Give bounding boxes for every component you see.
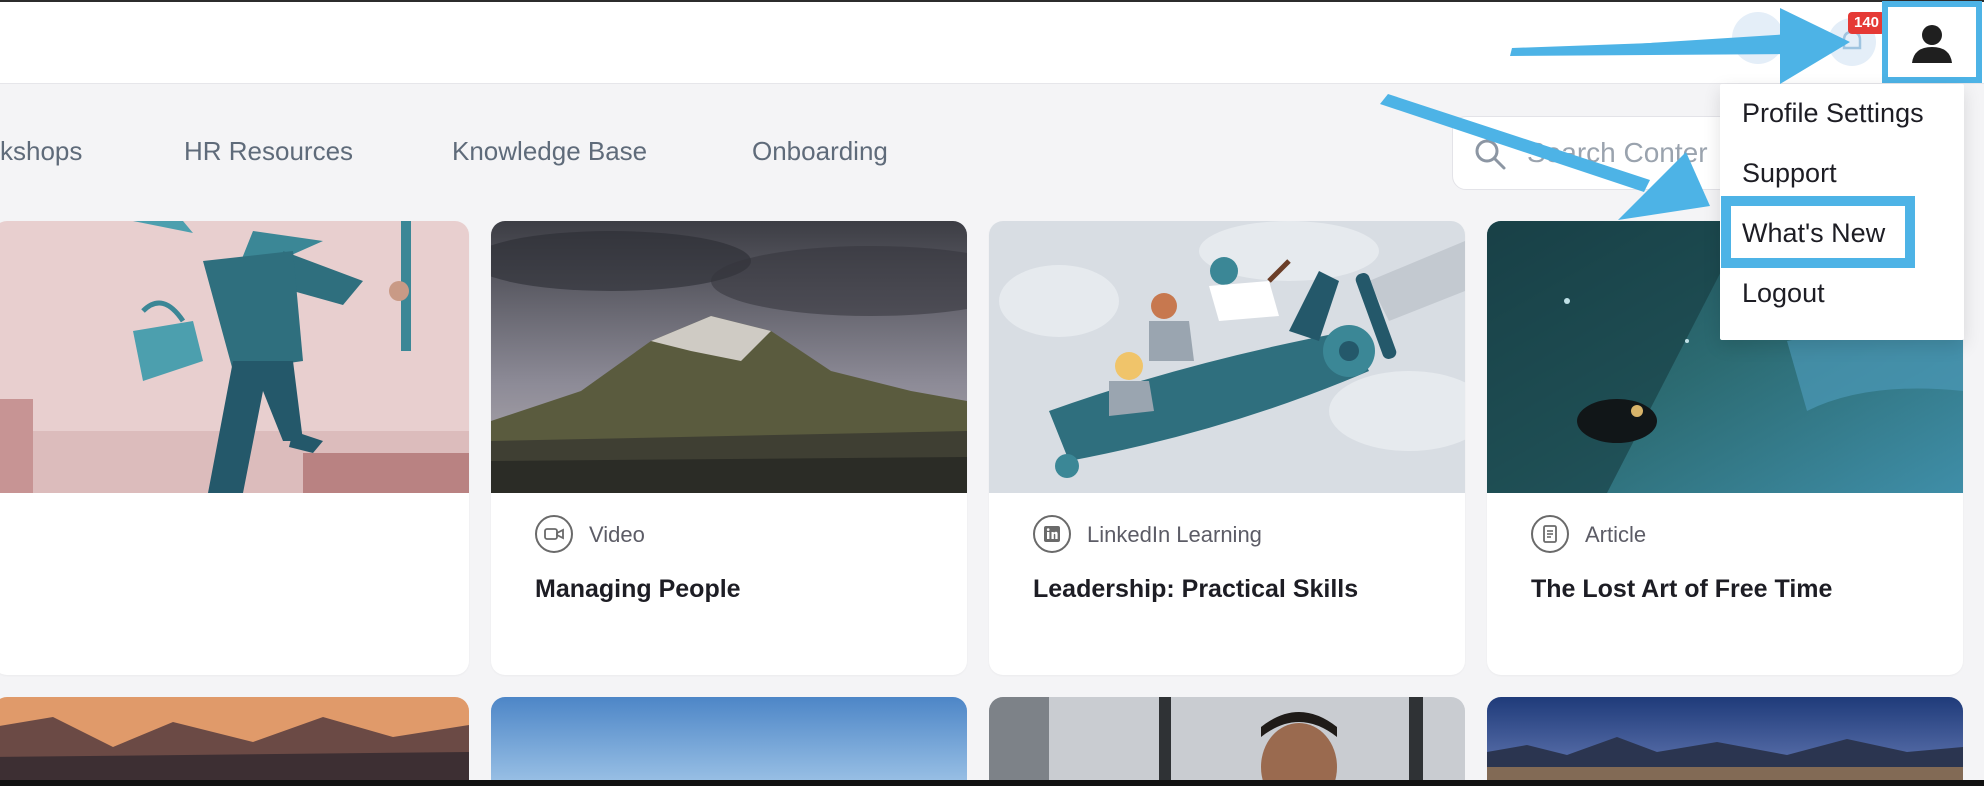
content-card[interactable]: LinkedIn Learning Leadership: Practical … [989,221,1465,675]
notification-badge: 140 [1848,12,1886,34]
menu-item-logout[interactable]: Logout [1742,278,1825,309]
menu-item-support[interactable]: Support [1742,158,1837,189]
content-card[interactable] [1487,697,1963,786]
nav-item-workshops[interactable]: kshops [0,136,82,167]
top-header [0,0,1984,84]
linkedin-icon [1033,515,1071,553]
card-type-label: Video [589,522,645,547]
content-card[interactable] [491,697,967,786]
nav-item-knowledge-base[interactable]: Knowledge Base [452,136,647,167]
whats-new-highlight-box [1721,196,1915,268]
bottom-edge [0,780,1984,786]
video-icon [535,515,573,553]
card-title[interactable]: Leadership: Practical Skills [1033,575,1358,604]
card-type-label: LinkedIn Learning [1087,522,1262,547]
card-thumbnail [491,221,967,493]
card-title[interactable]: Managing People [535,575,741,604]
content-card[interactable] [989,697,1465,786]
content-card[interactable]: Video Managing People [491,221,967,675]
nav-item-hr-resources[interactable]: HR Resources [184,136,353,167]
apps-icon[interactable] [1732,12,1784,64]
profile-avatar-button[interactable] [1882,1,1982,83]
card-title[interactable]: The Lost Art of Free Time [1531,575,1832,604]
card-type-label: Article [1585,522,1647,547]
search-placeholder: Search Conter [1527,137,1708,168]
content-card[interactable] [0,697,469,786]
nav-item-onboarding[interactable]: Onboarding [752,136,888,167]
content-card[interactable] [0,221,469,675]
article-icon [1531,515,1569,553]
card-thumbnail [989,221,1465,493]
search-icon [1475,139,1506,170]
user-icon [1906,17,1958,69]
card-thumbnail [0,221,469,493]
menu-item-profile-settings[interactable]: Profile Settings [1742,98,1924,129]
